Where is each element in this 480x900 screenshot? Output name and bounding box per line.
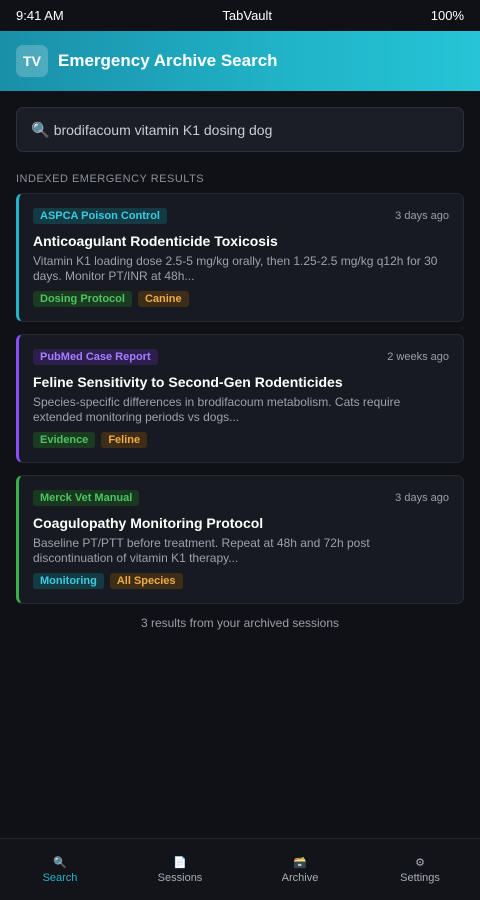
search-input[interactable] [53, 121, 449, 138]
result-tag: Evidence [33, 432, 96, 448]
result-title: Feline Sensitivity to Second-Gen Rodenti… [33, 374, 343, 390]
result-time: 3 days ago [395, 492, 449, 504]
status-carrier: TabVault [222, 8, 273, 23]
source-badge: ASPCA Poison Control [33, 208, 167, 224]
nav-label: Settings [400, 871, 440, 884]
source-badge: PubMed Case Report [33, 349, 158, 365]
status-time: 9:41 AM [16, 8, 64, 23]
section-title: INDEXED EMERGENCY RESULTS [16, 173, 205, 185]
results-count: 3 results from your archived sessions [140, 616, 340, 630]
nav-label: Sessions [157, 871, 203, 884]
results-list: ASPCA Poison Control 3 days ago Anticoag… [16, 193, 464, 630]
app-header: TV Emergency Archive Search [0, 31, 480, 91]
result-card[interactable]: Merck Vet Manual 3 days ago Coagulopathy… [16, 475, 464, 604]
result-description: Species-specific differences in brodifac… [33, 395, 401, 424]
nav-label: Search [42, 871, 78, 884]
result-tag: All Species [109, 573, 183, 589]
gear-icon: ⚙ [415, 856, 425, 869]
result-description: Vitamin K1 loading dose 2.5-5 mg/kg oral… [33, 254, 438, 283]
result-tag: Dosing Protocol [33, 291, 132, 307]
result-tag: Canine [137, 291, 189, 307]
result-title: Anticoagulant Rodenticide Toxicosis [33, 233, 278, 249]
result-tag: Monitoring [33, 573, 104, 589]
nav-label: Archive [281, 871, 319, 884]
result-time: 3 days ago [395, 210, 449, 222]
result-time: 2 weeks ago [387, 351, 449, 363]
result-card[interactable]: PubMed Case Report 2 weeks ago Feline Se… [16, 334, 464, 463]
nav-item-sessions[interactable]: 📄 Sessions [120, 839, 240, 900]
search-icon: 🔍 [31, 121, 50, 139]
search-bar[interactable]: 🔍 [16, 107, 464, 152]
result-card[interactable]: ASPCA Poison Control 3 days ago Anticoag… [16, 193, 464, 322]
source-badge: Merck Vet Manual [33, 490, 140, 506]
bottom-nav: 🔍 Search 📄 Sessions 🗃️ Archive ⚙ Setting… [0, 838, 480, 900]
result-tag: Feline [101, 432, 148, 448]
page-title: Emergency Archive Search [58, 51, 278, 70]
nav-item-archive[interactable]: 🗃️ Archive [240, 839, 360, 900]
document-icon: 📄 [173, 856, 187, 869]
app-logo: TV [16, 45, 48, 77]
nav-item-search[interactable]: 🔍 Search [0, 839, 120, 900]
status-battery: 100% [430, 8, 464, 23]
result-description: Baseline PT/PTT before treatment. Repeat… [33, 536, 370, 565]
result-title: Coagulopathy Monitoring Protocol [33, 515, 264, 531]
archive-box-icon: 🗃️ [293, 856, 307, 869]
status-bar: 9:41 AM TabVault 100% [0, 0, 480, 31]
search-icon: 🔍 [53, 856, 67, 869]
nav-item-settings[interactable]: ⚙ Settings [360, 839, 480, 900]
